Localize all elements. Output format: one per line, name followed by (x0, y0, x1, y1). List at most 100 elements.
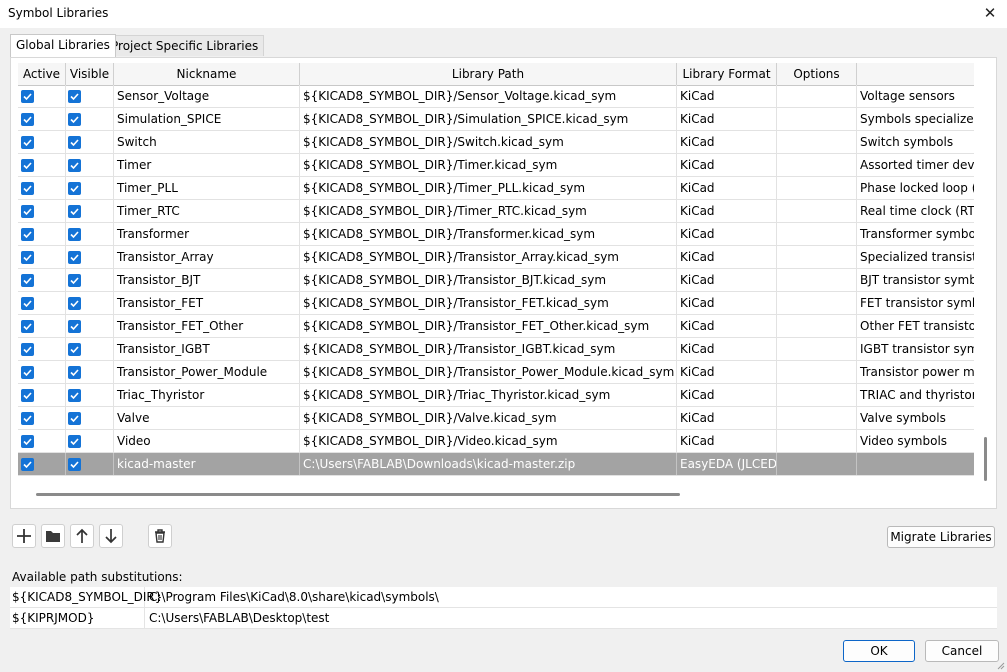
path-cell[interactable]: ${KICAD8_SYMBOL_DIR}/Transistor_BJT.kica… (300, 269, 677, 291)
active-checkbox[interactable] (21, 412, 34, 425)
path-cell[interactable]: ${KICAD8_SYMBOL_DIR}/Triac_Thyristor.kic… (300, 384, 677, 406)
horizontal-scrollbar-thumb[interactable] (36, 493, 680, 496)
description-cell[interactable] (857, 453, 974, 475)
options-cell[interactable] (777, 269, 857, 291)
path-cell[interactable]: ${KICAD8_SYMBOL_DIR}/Simulation_SPICE.ki… (300, 108, 677, 130)
table-row[interactable]: Transistor_Power_Module ${KICAD8_SYMBOL_D… (18, 361, 974, 384)
description-cell[interactable]: Transformer symbols (857, 223, 974, 245)
column-header-library-format[interactable]: Library Format (677, 63, 777, 85)
visible-checkbox[interactable] (68, 182, 81, 195)
description-cell[interactable]: Voltage sensors (857, 85, 974, 107)
visible-checkbox[interactable] (68, 251, 81, 264)
table-row[interactable]: kicad-master C:\Users\FABLAB\Downloads\ki… (18, 453, 974, 476)
nickname-cell[interactable]: Transistor_FET_Other (114, 315, 300, 337)
active-checkbox[interactable] (21, 343, 34, 356)
move-down-button[interactable] (99, 524, 123, 548)
format-cell[interactable]: KiCad (677, 200, 777, 222)
nickname-cell[interactable]: Transformer (114, 223, 300, 245)
options-cell[interactable] (777, 407, 857, 429)
table-row[interactable]: Sensor_Voltage ${KICAD8_SYMBOL_DIR}/Senso… (18, 85, 974, 108)
format-cell[interactable]: KiCad (677, 430, 777, 452)
nickname-cell[interactable]: Triac_Thyristor (114, 384, 300, 406)
nickname-cell[interactable]: Simulation_SPICE (114, 108, 300, 130)
active-checkbox[interactable] (21, 136, 34, 149)
active-checkbox[interactable] (21, 205, 34, 218)
options-cell[interactable] (777, 85, 857, 107)
options-cell[interactable] (777, 223, 857, 245)
column-header-visible[interactable]: Visible (66, 63, 114, 85)
description-cell[interactable]: Transistor power mod (857, 361, 974, 383)
options-cell[interactable] (777, 292, 857, 314)
path-cell[interactable]: ${KICAD8_SYMBOL_DIR}/Transistor_IGBT.kic… (300, 338, 677, 360)
visible-checkbox[interactable] (68, 458, 81, 471)
visible-checkbox[interactable] (68, 389, 81, 402)
nickname-cell[interactable]: Timer_PLL (114, 177, 300, 199)
format-cell[interactable]: KiCad (677, 407, 777, 429)
description-cell[interactable]: Real time clock (RTC) (857, 200, 974, 222)
active-checkbox[interactable] (21, 297, 34, 310)
substitution-row[interactable]: ${KICAD8_SYMBOL_DIR} C:\Program Files\Ki… (10, 587, 997, 608)
options-cell[interactable] (777, 430, 857, 452)
nickname-cell[interactable]: Timer (114, 154, 300, 176)
table-row[interactable]: Timer_PLL ${KICAD8_SYMBOL_DIR}/Timer_PLL.… (18, 177, 974, 200)
path-cell[interactable]: ${KICAD8_SYMBOL_DIR}/Transistor_FET_Othe… (300, 315, 677, 337)
format-cell[interactable]: KiCad (677, 85, 777, 107)
delete-library-button[interactable] (148, 524, 172, 548)
format-cell[interactable]: KiCad (677, 131, 777, 153)
nickname-cell[interactable]: Transistor_FET (114, 292, 300, 314)
description-cell[interactable]: FET transistor symbols (857, 292, 974, 314)
options-cell[interactable] (777, 384, 857, 406)
format-cell[interactable]: KiCad (677, 223, 777, 245)
format-cell[interactable]: KiCad (677, 108, 777, 130)
description-cell[interactable]: Switch symbols (857, 131, 974, 153)
format-cell[interactable]: KiCad (677, 338, 777, 360)
path-cell[interactable]: ${KICAD8_SYMBOL_DIR}/Transistor_Power_Mo… (300, 361, 677, 383)
nickname-cell[interactable]: Timer_RTC (114, 200, 300, 222)
format-cell[interactable]: KiCad (677, 154, 777, 176)
path-cell[interactable]: ${KICAD8_SYMBOL_DIR}/Video.kicad_sym (300, 430, 677, 452)
table-row[interactable]: Video ${KICAD8_SYMBOL_DIR}/Video.kicad_sy… (18, 430, 974, 453)
format-cell[interactable]: KiCad (677, 269, 777, 291)
nickname-cell[interactable]: Valve (114, 407, 300, 429)
table-row[interactable]: Transistor_Array ${KICAD8_SYMBOL_DIR}/Tra… (18, 246, 974, 269)
visible-checkbox[interactable] (68, 274, 81, 287)
active-checkbox[interactable] (21, 182, 34, 195)
description-cell[interactable]: Assorted timer device (857, 154, 974, 176)
vertical-scrollbar-thumb[interactable] (984, 437, 987, 481)
options-cell[interactable] (777, 200, 857, 222)
table-row[interactable]: Triac_Thyristor ${KICAD8_SYMBOL_DIR}/Tria… (18, 384, 974, 407)
table-row[interactable]: Valve ${KICAD8_SYMBOL_DIR}/Valve.kicad_sy… (18, 407, 974, 430)
description-cell[interactable]: Other FET transistor sy (857, 315, 974, 337)
path-cell[interactable]: ${KICAD8_SYMBOL_DIR}/Transformer.kicad_s… (300, 223, 677, 245)
path-cell[interactable]: ${KICAD8_SYMBOL_DIR}/Timer_RTC.kicad_sym (300, 200, 677, 222)
table-row[interactable]: Simulation_SPICE ${KICAD8_SYMBOL_DIR}/Sim… (18, 108, 974, 131)
options-cell[interactable] (777, 338, 857, 360)
format-cell[interactable]: EasyEDA (JLCEDA) (677, 453, 777, 475)
description-cell[interactable]: Symbols specialized fo (857, 108, 974, 130)
tab-project-specific-libraries[interactable]: Project Specific Libraries (105, 35, 265, 56)
options-cell[interactable] (777, 361, 857, 383)
column-header-description[interactable] (857, 63, 974, 85)
format-cell[interactable]: KiCad (677, 384, 777, 406)
active-checkbox[interactable] (21, 366, 34, 379)
visible-checkbox[interactable] (68, 90, 81, 103)
active-checkbox[interactable] (21, 274, 34, 287)
active-checkbox[interactable] (21, 389, 34, 402)
table-row[interactable]: Transistor_FET ${KICAD8_SYMBOL_DIR}/Trans… (18, 292, 974, 315)
nickname-cell[interactable]: Transistor_BJT (114, 269, 300, 291)
nickname-cell[interactable]: Transistor_Power_Module (114, 361, 300, 383)
visible-checkbox[interactable] (68, 228, 81, 241)
visible-checkbox[interactable] (68, 297, 81, 310)
table-row[interactable]: Timer_RTC ${KICAD8_SYMBOL_DIR}/Timer_RTC.… (18, 200, 974, 223)
nickname-cell[interactable]: Transistor_Array (114, 246, 300, 268)
visible-checkbox[interactable] (68, 205, 81, 218)
path-cell[interactable]: ${KICAD8_SYMBOL_DIR}/Valve.kicad_sym (300, 407, 677, 429)
format-cell[interactable]: KiCad (677, 315, 777, 337)
path-cell[interactable]: ${KICAD8_SYMBOL_DIR}/Timer_PLL.kicad_sym (300, 177, 677, 199)
add-existing-library-button[interactable] (41, 524, 65, 548)
path-cell[interactable]: ${KICAD8_SYMBOL_DIR}/Switch.kicad_sym (300, 131, 677, 153)
nickname-cell[interactable]: Video (114, 430, 300, 452)
move-up-button[interactable] (70, 524, 94, 548)
active-checkbox[interactable] (21, 159, 34, 172)
visible-checkbox[interactable] (68, 113, 81, 126)
